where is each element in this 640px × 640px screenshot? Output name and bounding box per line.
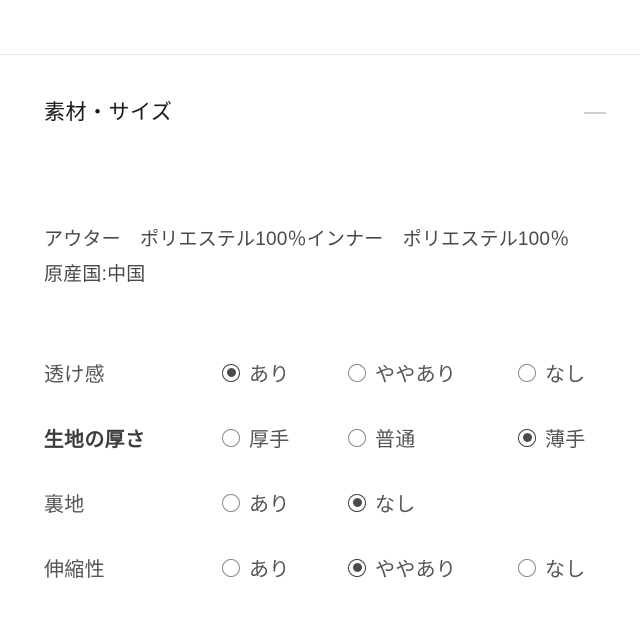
- radio-option-label: なし: [375, 494, 416, 516]
- attribute-label-lining: 裏地: [44, 494, 85, 516]
- radio-option-label: 厚手: [249, 429, 290, 451]
- radio-option-label: ややあり: [375, 559, 457, 581]
- radio-option-sheerness-1[interactable]: あり: [222, 340, 290, 405]
- radio-option-thickness-1[interactable]: 厚手: [222, 405, 290, 470]
- radio-option-label: なし: [545, 559, 586, 581]
- radio-option-label: 薄手: [545, 429, 586, 451]
- attribute-row: 透け感 あり ややあり なし: [0, 340, 640, 405]
- radio-option-stretch-2[interactable]: ややあり: [348, 535, 456, 600]
- attribute-list: 透け感 あり ややあり なし 生地の厚さ 厚手 普通 薄手 裏地 あり なし 伸…: [0, 340, 640, 600]
- radio-icon[interactable]: [348, 428, 366, 447]
- radio-icon[interactable]: [222, 363, 240, 382]
- radio-icon[interactable]: [222, 558, 240, 577]
- attribute-row: 裏地 あり なし: [0, 470, 640, 535]
- radio-option-sheerness-3[interactable]: なし: [518, 340, 586, 405]
- minus-icon-bar: [584, 112, 606, 114]
- radio-option-label: 普通: [375, 429, 416, 451]
- attribute-row: 生地の厚さ 厚手 普通 薄手: [0, 405, 640, 470]
- radio-option-label: ややあり: [375, 364, 457, 386]
- radio-option-label: なし: [545, 364, 586, 386]
- attribute-label-thickness: 生地の厚さ: [44, 429, 146, 451]
- attribute-row: 伸縮性 あり ややあり なし: [0, 535, 640, 600]
- radio-option-label: あり: [249, 559, 290, 581]
- radio-option-label: あり: [249, 364, 290, 386]
- composition-description: アウター ポリエステル100％インナー ポリエステル100％ 原産国:中国: [44, 222, 604, 292]
- radio-option-thickness-2[interactable]: 普通: [348, 405, 416, 470]
- radio-option-label: あり: [249, 494, 290, 516]
- section-header-material-size[interactable]: 素材・サイズ: [0, 88, 640, 138]
- top-divider: [0, 54, 640, 55]
- radio-icon[interactable]: [348, 493, 366, 512]
- attribute-label-stretch: 伸縮性: [44, 559, 105, 581]
- minus-icon[interactable]: [584, 102, 606, 124]
- radio-option-stretch-3[interactable]: なし: [518, 535, 586, 600]
- radio-icon[interactable]: [518, 428, 536, 447]
- radio-icon[interactable]: [348, 363, 366, 382]
- radio-icon[interactable]: [518, 558, 536, 577]
- attribute-label-sheerness: 透け感: [44, 364, 105, 386]
- composition-line-1: アウター ポリエステル100％インナー ポリエステル100％: [44, 229, 570, 250]
- radio-icon[interactable]: [518, 363, 536, 382]
- radio-option-thickness-3[interactable]: 薄手: [518, 405, 586, 470]
- radio-option-lining-1[interactable]: あり: [222, 470, 290, 535]
- radio-option-sheerness-2[interactable]: ややあり: [348, 340, 456, 405]
- radio-option-stretch-1[interactable]: あり: [222, 535, 290, 600]
- radio-icon[interactable]: [348, 558, 366, 577]
- radio-option-lining-2[interactable]: なし: [348, 470, 416, 535]
- radio-icon[interactable]: [222, 428, 240, 447]
- composition-line-2: 原産国:中国: [44, 264, 146, 285]
- section-title: 素材・サイズ: [44, 101, 173, 125]
- radio-icon[interactable]: [222, 493, 240, 512]
- product-material-size-panel: 素材・サイズ アウター ポリエステル100％インナー ポリエステル100％ 原産…: [0, 0, 640, 640]
